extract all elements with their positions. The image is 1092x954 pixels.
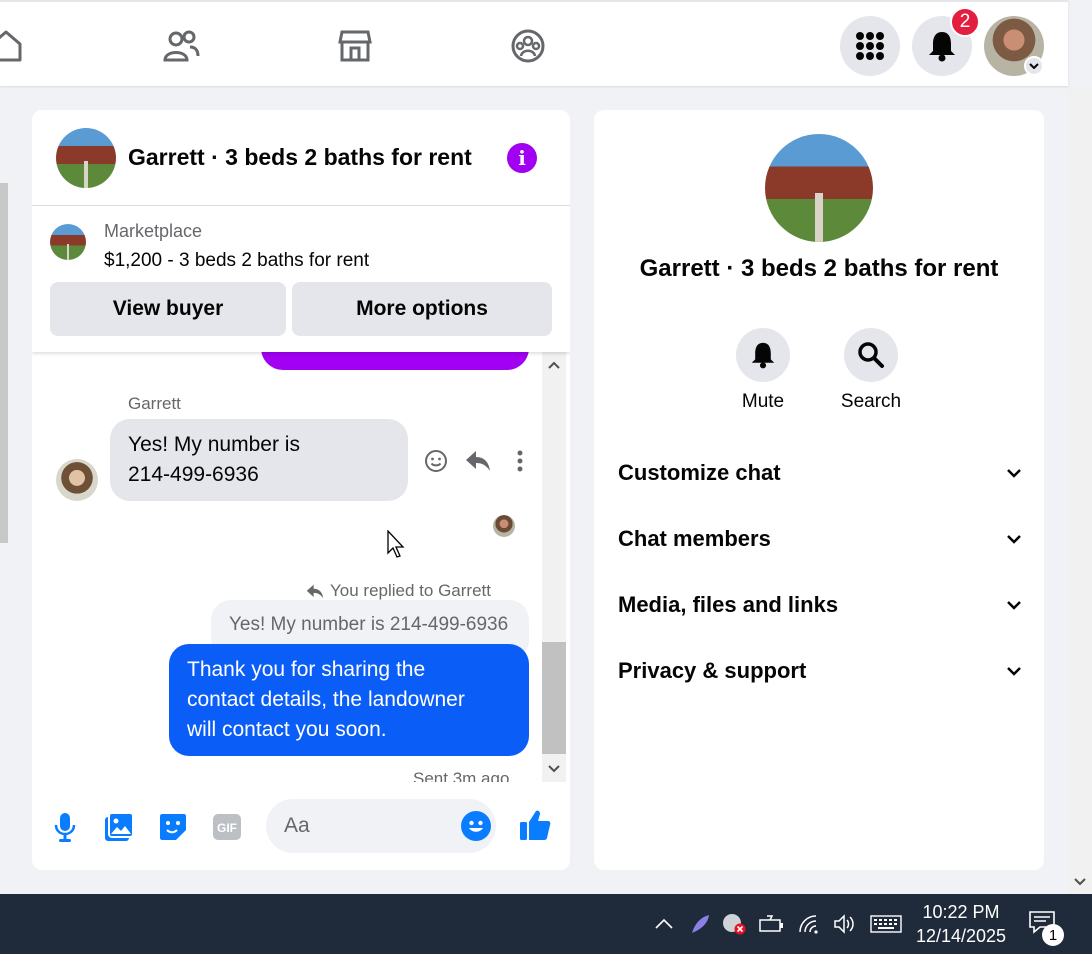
chat-window: Garrett · 3 beds 2 baths for rent i Mark… — [32, 110, 570, 870]
sender-name: Garrett — [128, 394, 181, 413]
more-icon[interactable] — [506, 447, 534, 475]
reply-indicator: You replied to Garrett — [306, 581, 491, 601]
outgoing-message[interactable]: Thank you for sharing the contact detail… — [169, 644, 529, 756]
emoji-icon[interactable] — [461, 811, 491, 841]
listing-image[interactable] — [765, 134, 873, 242]
message-input[interactable]: Aa — [266, 799, 496, 853]
section-label: Chat members — [618, 526, 771, 551]
marketplace-listing-card: Marketplace $1,200 - 3 beds 2 baths for … — [32, 207, 570, 352]
section-label: Customize chat — [618, 460, 781, 485]
section-label: Privacy & support — [618, 658, 807, 683]
clock-date: 12/14/2025 — [915, 926, 1007, 946]
friends-icon[interactable] — [161, 26, 201, 66]
menu-button[interactable] — [840, 16, 900, 76]
left-scroll-strip — [0, 88, 10, 888]
previous-outgoing-message[interactable] — [261, 352, 529, 370]
mute-button[interactable]: Mute — [723, 328, 803, 413]
reply-icon[interactable] — [464, 447, 492, 475]
search-icon — [844, 328, 898, 382]
system-clock[interactable]: 10:22 PM 12/14/2025 — [905, 900, 1017, 948]
mute-label: Mute — [741, 391, 785, 412]
info-title: Garrett · 3 beds 2 baths for rent — [639, 255, 999, 282]
view-buyer-button[interactable]: View buyer — [50, 282, 286, 336]
chevron-down-icon — [1007, 667, 1021, 676]
groups-icon[interactable] — [508, 26, 548, 66]
chat-members-section[interactable]: Chat members — [618, 519, 1022, 559]
sticker-icon[interactable] — [156, 810, 190, 844]
chat-header: Garrett · 3 beds 2 baths for rent i — [32, 110, 570, 206]
action-center-button[interactable]: 1 — [1028, 910, 1068, 946]
chevron-down-icon — [1007, 601, 1021, 610]
scroll-up-icon[interactable] — [547, 358, 561, 372]
reply-icon — [306, 584, 324, 598]
incoming-line: Yes! My number is — [128, 433, 300, 456]
photo-icon[interactable] — [102, 810, 136, 844]
listing-thumbnail[interactable] — [56, 128, 116, 188]
listing-title[interactable]: $1,200 - 3 beds 2 baths for rent — [104, 250, 369, 272]
bell-icon — [736, 328, 790, 382]
top-navigation: 2 — [0, 0, 1068, 86]
keyboard-icon[interactable] — [869, 912, 903, 936]
battery-icon[interactable] — [758, 912, 784, 936]
marketplace-icon[interactable] — [335, 26, 375, 66]
privacy-support-section[interactable]: Privacy & support — [618, 651, 1022, 691]
incoming-message[interactable]: Yes! My number is 214-499-6936 — [110, 419, 408, 501]
seen-indicator-avatar — [493, 515, 515, 537]
outgoing-line: Thank you for sharing the — [187, 658, 426, 681]
chat-title[interactable]: Garrett · 3 beds 2 baths for rent — [128, 144, 483, 171]
scroll-down-icon[interactable] — [547, 762, 561, 776]
clock-time: 10:22 PM — [922, 902, 1000, 922]
chevron-down-icon — [1007, 535, 1021, 544]
bell-icon — [929, 32, 955, 62]
customize-chat-section[interactable]: Customize chat — [618, 453, 1022, 493]
more-options-button[interactable]: More options — [292, 282, 552, 336]
chevron-down-icon[interactable] — [1024, 56, 1044, 76]
message-list: Garrett Yes! My number is 214-499-6936 Y… — [32, 352, 570, 782]
cloud-offline-icon[interactable] — [721, 912, 747, 936]
gif-icon[interactable]: GIF — [210, 810, 244, 844]
listing-small-thumbnail — [50, 224, 86, 260]
marketplace-label: Marketplace — [104, 221, 203, 241]
section-label: Media, files and links — [618, 592, 839, 617]
outgoing-line: contact details, the landowner — [187, 688, 465, 711]
react-icon[interactable] — [422, 447, 450, 475]
media-files-links-section[interactable]: Media, files and links — [618, 585, 1022, 625]
search-label: Search — [840, 391, 902, 412]
replied-to-text: You replied to Garrett — [330, 581, 491, 600]
mouse-cursor-icon — [387, 530, 405, 558]
notification-badge: 2 — [950, 7, 980, 37]
notification-count: 1 — [1042, 924, 1064, 946]
conversation-info-panel: Garrett · 3 beds 2 baths for rent Mute S… — [594, 110, 1044, 870]
message-composer: GIF Aa — [32, 790, 570, 870]
incoming-line: 214-499-6936 — [128, 463, 259, 486]
chevron-up-icon[interactable] — [651, 912, 677, 936]
thumbs-up-icon[interactable] — [518, 808, 552, 842]
sent-time: Sent 3m ago — [413, 769, 510, 782]
message-input-placeholder: Aa — [284, 814, 310, 837]
search-button[interactable]: Search — [831, 328, 911, 413]
chevron-down-icon — [1007, 469, 1021, 478]
volume-icon[interactable] — [832, 912, 858, 936]
scroll-thumb[interactable] — [542, 642, 566, 754]
sender-avatar[interactable] — [56, 459, 98, 501]
svg-text:GIF: GIF — [217, 821, 237, 835]
message-scrollbar[interactable] — [542, 352, 566, 782]
home-icon[interactable] — [0, 26, 26, 66]
taskbar: 10:22 PM 12/14/2025 1 — [0, 894, 1092, 954]
info-icon[interactable]: i — [507, 143, 537, 173]
wifi-icon[interactable] — [797, 912, 823, 936]
grid-icon — [856, 32, 884, 60]
feather-icon[interactable] — [687, 912, 713, 936]
scroll-down-icon — [1074, 878, 1086, 886]
microphone-icon[interactable] — [48, 810, 82, 844]
outgoing-line: will contact you soon. — [187, 718, 387, 741]
page-scrollbar[interactable] — [1068, 88, 1092, 894]
